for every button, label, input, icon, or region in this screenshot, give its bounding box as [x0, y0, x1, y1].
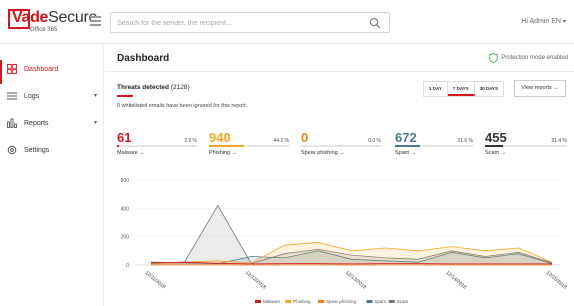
- threats-area-chart: 0 200 400 600 12/11/2018 12/12/2018 12/13/2018…: [121, 178, 568, 304]
- x-tick-label: 12/14/2018: [444, 270, 467, 291]
- tab-7-days[interactable]: 7 DAYS: [447, 82, 475, 96]
- legend-swatch: [388, 300, 395, 303]
- stat-value: 672: [395, 130, 417, 145]
- search-icon[interactable]: [369, 17, 381, 29]
- logo-brand-text: Vade: [12, 9, 49, 26]
- stat-fill: [395, 145, 420, 147]
- y-tick-label: 0: [126, 263, 129, 269]
- user-greeting: Hi Admin EN: [521, 18, 561, 25]
- legend-label: Spam: [374, 299, 386, 304]
- stat-link-malware[interactable]: Malware →: [117, 150, 145, 156]
- legend-label: Malware: [263, 299, 281, 304]
- dashboard-grid-icon: [7, 64, 17, 74]
- x-tick-label: 12/15/2018: [545, 270, 568, 291]
- x-tick-label: 12/13/2018: [344, 270, 367, 291]
- logo-wordmark: VadeSecure: [12, 9, 97, 27]
- legend-swatch: [366, 300, 373, 303]
- search-input[interactable]: [117, 16, 367, 30]
- stat-link-spear-phishing[interactable]: Spear phishing →: [301, 150, 345, 156]
- threats-title-text: Threats detected: [117, 84, 170, 91]
- sidebar-item-label: Reports: [24, 120, 49, 127]
- sidebar-item-label: Settings: [24, 147, 50, 154]
- stat-scam: 455 21.4 % Scam →: [485, 130, 567, 160]
- threats-count: (2128): [170, 84, 190, 91]
- stat-track: [117, 145, 197, 147]
- sidebar-item-label: Dashboard: [24, 66, 59, 73]
- stat-percent: 21.4 %: [551, 138, 567, 144]
- stat-fill: [485, 145, 503, 147]
- shield-icon: [489, 53, 499, 63]
- stat-spam: 672 31.6 % Spam →: [395, 130, 473, 160]
- stat-spear-phishing: 0 0.0 % Spear phishing →: [301, 130, 381, 160]
- threats-underline: [117, 95, 133, 97]
- stat-fill: [117, 145, 120, 147]
- page-title: Dashboard: [117, 53, 170, 64]
- chevron-down-icon: ▾: [94, 120, 98, 126]
- hamburger-menu-icon[interactable]: [90, 16, 101, 26]
- list-icon: [7, 92, 17, 100]
- stat-track: [485, 145, 567, 147]
- time-range-tabs: 1 DAY 7 DAYS 30 DAYS: [423, 81, 505, 97]
- bar-chart-icon: [7, 118, 17, 128]
- sidebar-item-logs[interactable]: Logs ▾: [0, 90, 104, 108]
- legend-label: Spear phishing: [326, 299, 357, 304]
- sidebar-item-label: Logs: [24, 93, 40, 100]
- y-tick-label: 600: [121, 178, 130, 184]
- top-bar: VadeSecure Office 365 Hi Admin EN▾: [0, 0, 574, 44]
- stat-value: 940: [209, 130, 231, 145]
- chevron-down-icon: ▾: [94, 93, 98, 99]
- y-tick-label: 200: [121, 235, 130, 241]
- gear-icon: [7, 145, 17, 155]
- stat-link-spam[interactable]: Spam →: [395, 150, 416, 156]
- legend-swatch: [255, 300, 261, 303]
- stat-percent: 31.6 %: [457, 138, 473, 144]
- sidebar-item-settings[interactable]: Settings: [0, 144, 104, 162]
- stat-percent: 2.9 %: [184, 138, 197, 144]
- view-reports-button[interactable]: View reports →: [514, 80, 566, 97]
- stat-phishing: 940 44.2 % Phishing →: [209, 130, 289, 160]
- logo-subtitle: Office 365: [30, 27, 58, 33]
- sidebar: Dashboard Logs ▾ Reports ▾ Settings: [0, 45, 104, 306]
- whitelist-note: 0 whitelisted emails have been ignored f…: [117, 103, 248, 109]
- tab-1-day[interactable]: 1 DAY: [424, 82, 448, 96]
- main-content: Dashboard Protection mode enabled Threat…: [105, 45, 574, 306]
- tab-30-days[interactable]: 30 DAYS: [475, 82, 503, 96]
- stat-fill: [209, 145, 245, 147]
- legend-label: Phishing: [293, 299, 311, 304]
- stat-link-phishing[interactable]: Phishing →: [209, 150, 237, 156]
- y-tick-label: 400: [121, 206, 130, 212]
- sidebar-item-dashboard[interactable]: Dashboard: [0, 60, 104, 84]
- x-tick-label: 12/11/2018: [144, 270, 167, 291]
- protection-status: Protection mode enabled: [489, 53, 568, 63]
- stat-percent: 0.0 %: [368, 138, 381, 144]
- stat-track: [209, 145, 289, 147]
- stat-track: [395, 145, 473, 147]
- threats-title: Threats detected (2128): [117, 84, 190, 91]
- stat-value: 0: [301, 130, 309, 145]
- legend-swatch: [285, 300, 292, 303]
- x-tick-label: 12/12/2018: [244, 270, 267, 291]
- stat-value: 61: [117, 130, 132, 145]
- stat-malware: 61 2.9 % Malware →: [117, 130, 197, 160]
- stat-percent: 44.2 %: [273, 138, 289, 144]
- header-divider: [105, 71, 574, 72]
- stat-link-scam[interactable]: Scam →: [485, 150, 506, 156]
- stat-value: 455: [485, 130, 507, 145]
- legend-swatch: [318, 300, 324, 303]
- protection-status-text: Protection mode enabled: [501, 55, 568, 61]
- chevron-down-icon: ▾: [562, 19, 566, 25]
- search-box: [110, 12, 390, 33]
- sidebar-item-reports[interactable]: Reports ▾: [0, 117, 104, 135]
- legend-label: Scam: [397, 299, 409, 304]
- stat-track: [301, 145, 381, 147]
- user-menu[interactable]: Hi Admin EN ▾: [521, 18, 566, 25]
